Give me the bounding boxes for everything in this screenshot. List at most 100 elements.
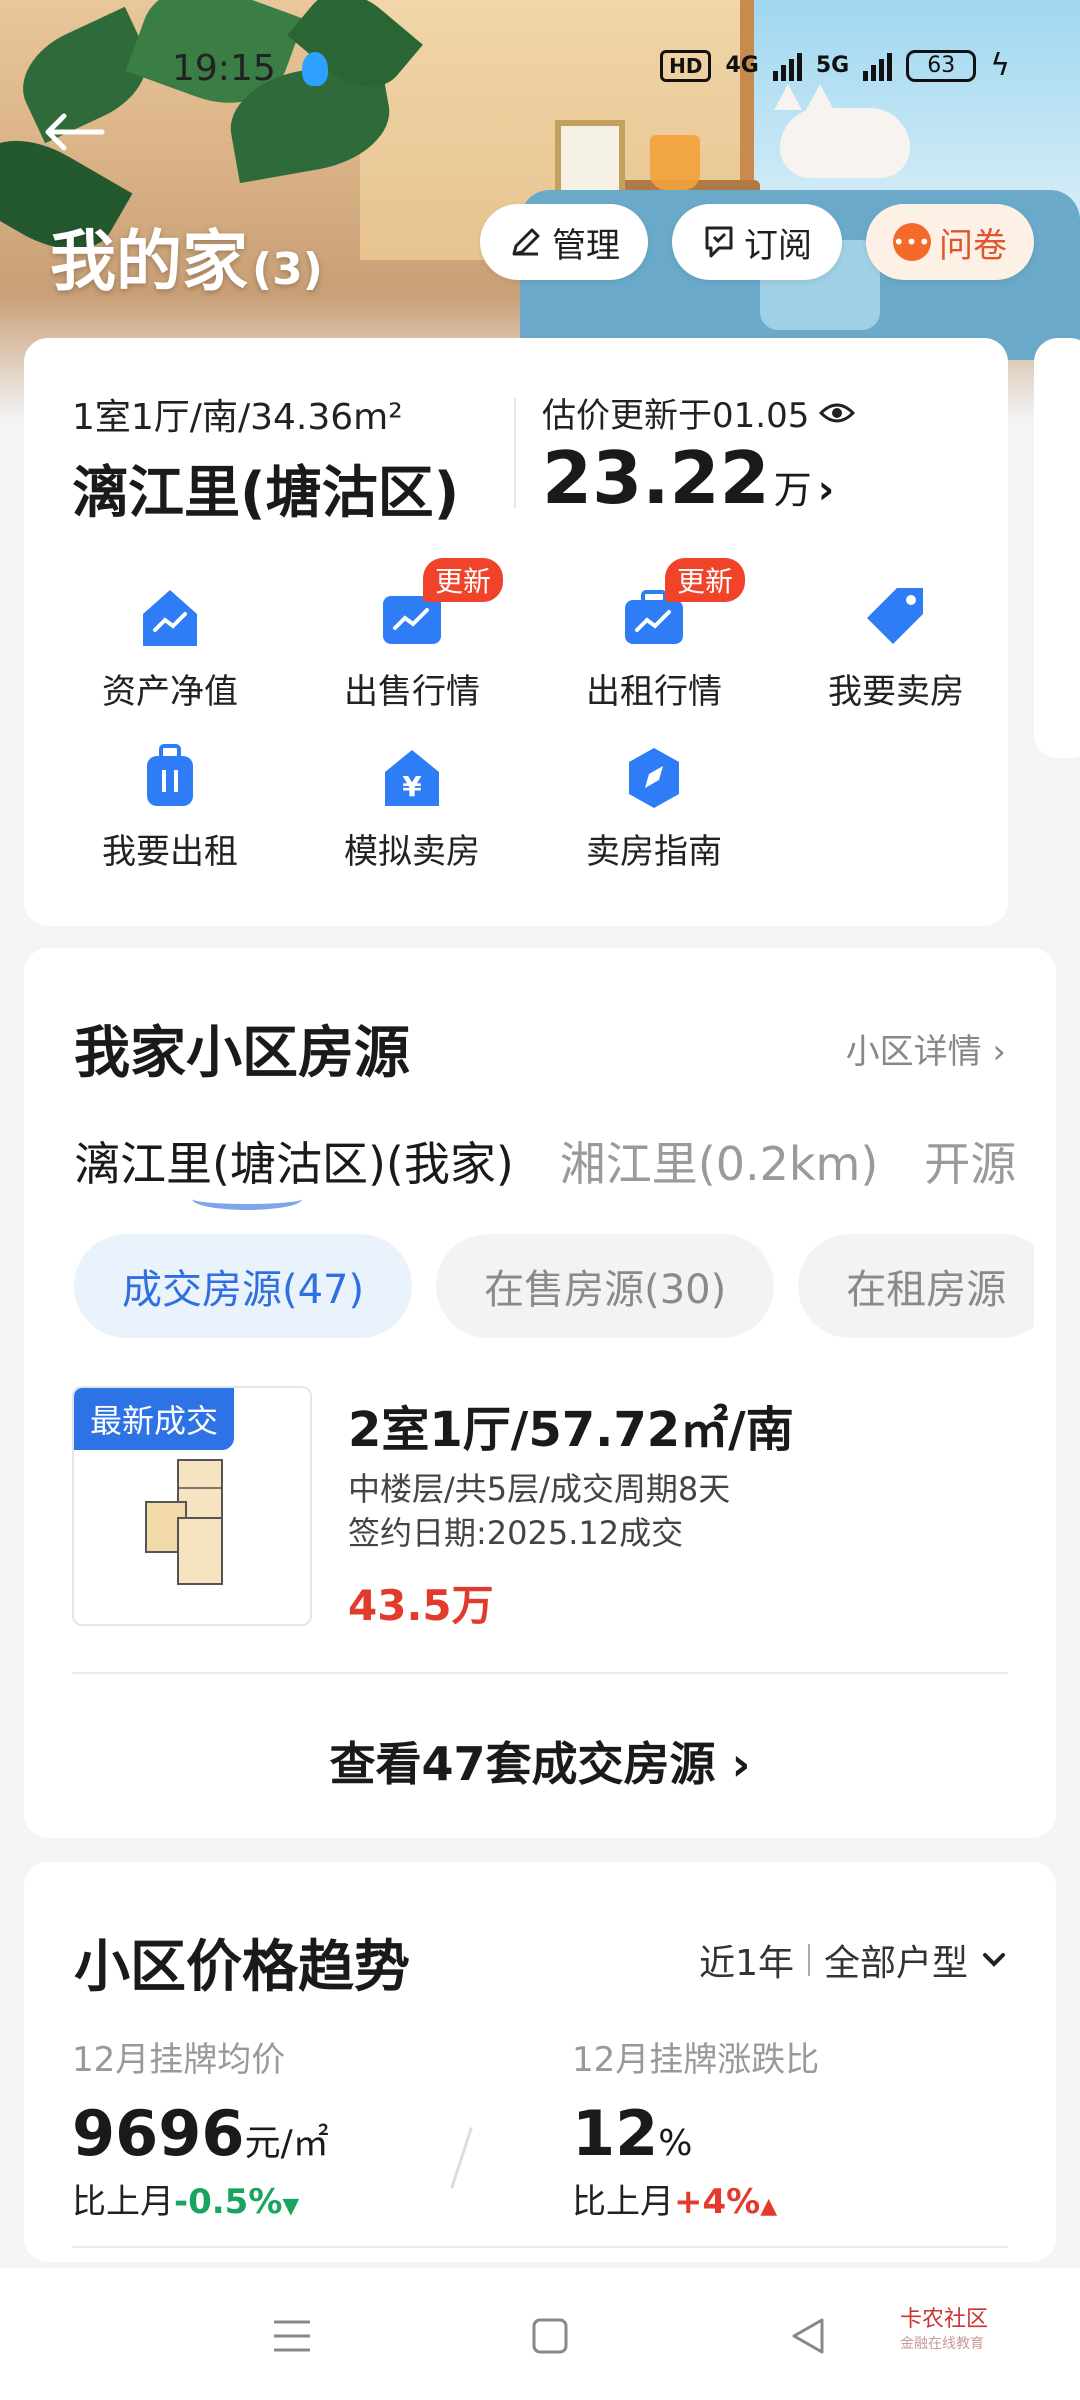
estimate-label-text: 估价更新于01.05	[542, 396, 810, 436]
update-badge: 更新	[665, 558, 746, 602]
eye-icon[interactable]	[819, 401, 856, 425]
stat-unit: 元/㎡	[244, 2123, 329, 2164]
community-tab-xiangjiangli[interactable]: 湘江里(0.2km)	[560, 1128, 879, 1194]
community-tab-kaiyuan[interactable]: 开源	[924, 1128, 1016, 1194]
home-count: (3)	[252, 244, 323, 295]
estimate-value: 23.22	[542, 436, 770, 520]
illustration-cat	[774, 84, 910, 178]
view-all-sold-button[interactable]: 查看47套成交房源 ›	[24, 1728, 1056, 1794]
chip-sold[interactable]: 成交房源(47)	[74, 1234, 413, 1338]
grid-item-sell-house[interactable]: 我要卖房	[796, 584, 996, 713]
chevron-down-icon	[983, 1953, 1005, 1967]
floor-plan-thumbnail: 最新成交	[72, 1386, 312, 1626]
chat-bubble-icon: •••	[893, 223, 931, 261]
next-home-card-peek[interactable]	[1034, 338, 1080, 758]
section-title: 小区价格趋势	[74, 1935, 410, 2000]
watermark-title: 卡农社区	[900, 2307, 989, 2332]
chip-for-rent[interactable]: 在租房源	[798, 1234, 1034, 1338]
luggage-icon	[135, 744, 205, 810]
tag-icon	[861, 584, 931, 650]
listing-item[interactable]: 最新成交 2室1厅/57.72㎡/南 中楼层/共5层/成交周期8天 签约日期:2…	[72, 1386, 1012, 1630]
section-title: 我家小区房源	[74, 1021, 410, 1086]
grid-item-sale-market[interactable]: 更新 出售行情	[312, 558, 512, 713]
active-tab-indicator	[192, 1188, 302, 1210]
grid-item-asset-value[interactable]: 资产净值	[70, 584, 270, 713]
watermark: 卡农社区 金融在线教育	[900, 2308, 988, 2356]
grid-item-simulate-sale[interactable]: ¥ 模拟卖房	[312, 744, 512, 873]
stat-label: 12月挂牌均价	[72, 2040, 286, 2080]
home-button[interactable]	[520, 2308, 580, 2364]
grid-item-rent-out[interactable]: 我要出租	[70, 744, 270, 873]
estimate-price[interactable]: 23.22 万 ›	[542, 436, 834, 520]
survey-label: 问卷	[939, 225, 1007, 266]
grid-label: 出租行情	[586, 672, 722, 712]
signal-bars-icon	[772, 51, 802, 81]
network-5g-label: 5G	[815, 53, 850, 78]
grid-item-rent-market[interactable]: 更新 出租行情	[554, 558, 754, 713]
floor-plan-image	[140, 1458, 230, 1588]
compare-prefix: 比上月	[72, 2182, 174, 2222]
home-spec: 1室1厅/南/34.36m²	[72, 397, 403, 438]
house-chart-icon	[135, 584, 205, 650]
community-tab-home[interactable]: 漓江里(塘沽区)(我家)	[74, 1128, 514, 1194]
stat-compare: 比上月+4%▲	[572, 2174, 819, 2223]
illustration-photo-frame	[555, 120, 625, 200]
filter-room-type[interactable]: 全部户型	[824, 1934, 968, 1986]
home-community-name: 漓江里(塘沽区)	[72, 461, 460, 526]
chip-for-sale[interactable]: 在售房源(30)	[436, 1234, 775, 1338]
menu-icon	[274, 2320, 310, 2352]
system-nav-bar: 卡农社区 金融在线教育	[0, 2268, 1080, 2400]
network-4g-label: 4G	[725, 53, 759, 78]
survey-button[interactable]: ••• 问卷	[866, 204, 1034, 280]
grid-label: 我要出租	[102, 832, 238, 872]
stat-compare: 比上月-0.5%▼	[72, 2174, 329, 2223]
battery-icon: 63	[906, 49, 977, 82]
watermark-subtitle: 金融在线教育	[900, 2336, 984, 2352]
back-nav-button[interactable]	[778, 2308, 838, 2364]
manage-button[interactable]: 管理	[480, 204, 648, 280]
triangle-down-icon: ▼	[282, 2194, 300, 2219]
arrow-left-icon	[45, 113, 105, 151]
stat-avg-listing-price: 12月挂牌均价 9696元/㎡ 比上月-0.5%▼	[72, 2032, 329, 2223]
menu-button[interactable]	[262, 2308, 322, 2364]
grid-label: 我要卖房	[828, 672, 964, 712]
sale-chart-icon: 更新	[377, 558, 504, 650]
community-listings-card: 我家小区房源 小区详情 › 漓江里(塘沽区)(我家) 湘江里(0.2km) 开源 成…	[24, 948, 1056, 1838]
chevron-right-icon: ›	[817, 467, 835, 513]
listing-type-chips: 成交房源(47) 在售房源(30) 在租房源	[74, 1234, 1034, 1340]
listing-sign-date: 签约日期:2025.12成交	[348, 1514, 684, 1552]
pencil-icon	[512, 228, 540, 256]
divider	[72, 1672, 1008, 1674]
community-detail-link[interactable]: 小区详情 ›	[846, 1024, 1006, 1073]
filter-separator	[807, 1944, 810, 1976]
stat-number: 12	[572, 2097, 659, 2170]
update-badge: 更新	[423, 558, 504, 602]
page-title: 我的家(3)	[50, 208, 323, 304]
charging-icon: ϟ	[990, 48, 1010, 83]
stat-listing-change-ratio: 12月挂牌涨跌比 12% 比上月+4%▲	[572, 2032, 819, 2223]
svg-text:¥: ¥	[402, 770, 422, 803]
stat-unit: %	[658, 2123, 693, 2164]
notification-bell-icon	[302, 52, 328, 86]
grid-label: 卖房指南	[586, 832, 722, 872]
home-card[interactable]: 1室1厅/南/34.36m² 漓江里(塘沽区) 估价更新于01.05 23.22…	[24, 338, 1008, 926]
grid-item-sell-guide[interactable]: 卖房指南	[554, 744, 754, 873]
stat-number: 9696	[72, 2097, 245, 2170]
triangle-up-icon: ▲	[760, 2194, 778, 2219]
trend-filter[interactable]: 近1年 全部户型	[699, 1934, 1006, 1986]
triangle-back-icon	[792, 2318, 824, 2354]
divider	[72, 2246, 1008, 2248]
stat-value: 12%	[572, 2097, 819, 2170]
compare-value: +4%	[674, 2182, 761, 2222]
compass-icon	[619, 744, 689, 810]
grid-label: 资产净值	[102, 672, 238, 712]
signal-bars-icon	[863, 51, 893, 81]
bookmark-icon	[705, 226, 733, 258]
divider	[514, 398, 516, 508]
yuan-house-icon: ¥	[377, 744, 447, 810]
divider	[450, 2127, 473, 2189]
filter-period[interactable]: 近1年	[699, 1934, 794, 1986]
grid-label: 出售行情	[344, 672, 480, 712]
subscribe-button[interactable]: 订阅	[672, 204, 842, 280]
back-button[interactable]	[42, 102, 112, 162]
